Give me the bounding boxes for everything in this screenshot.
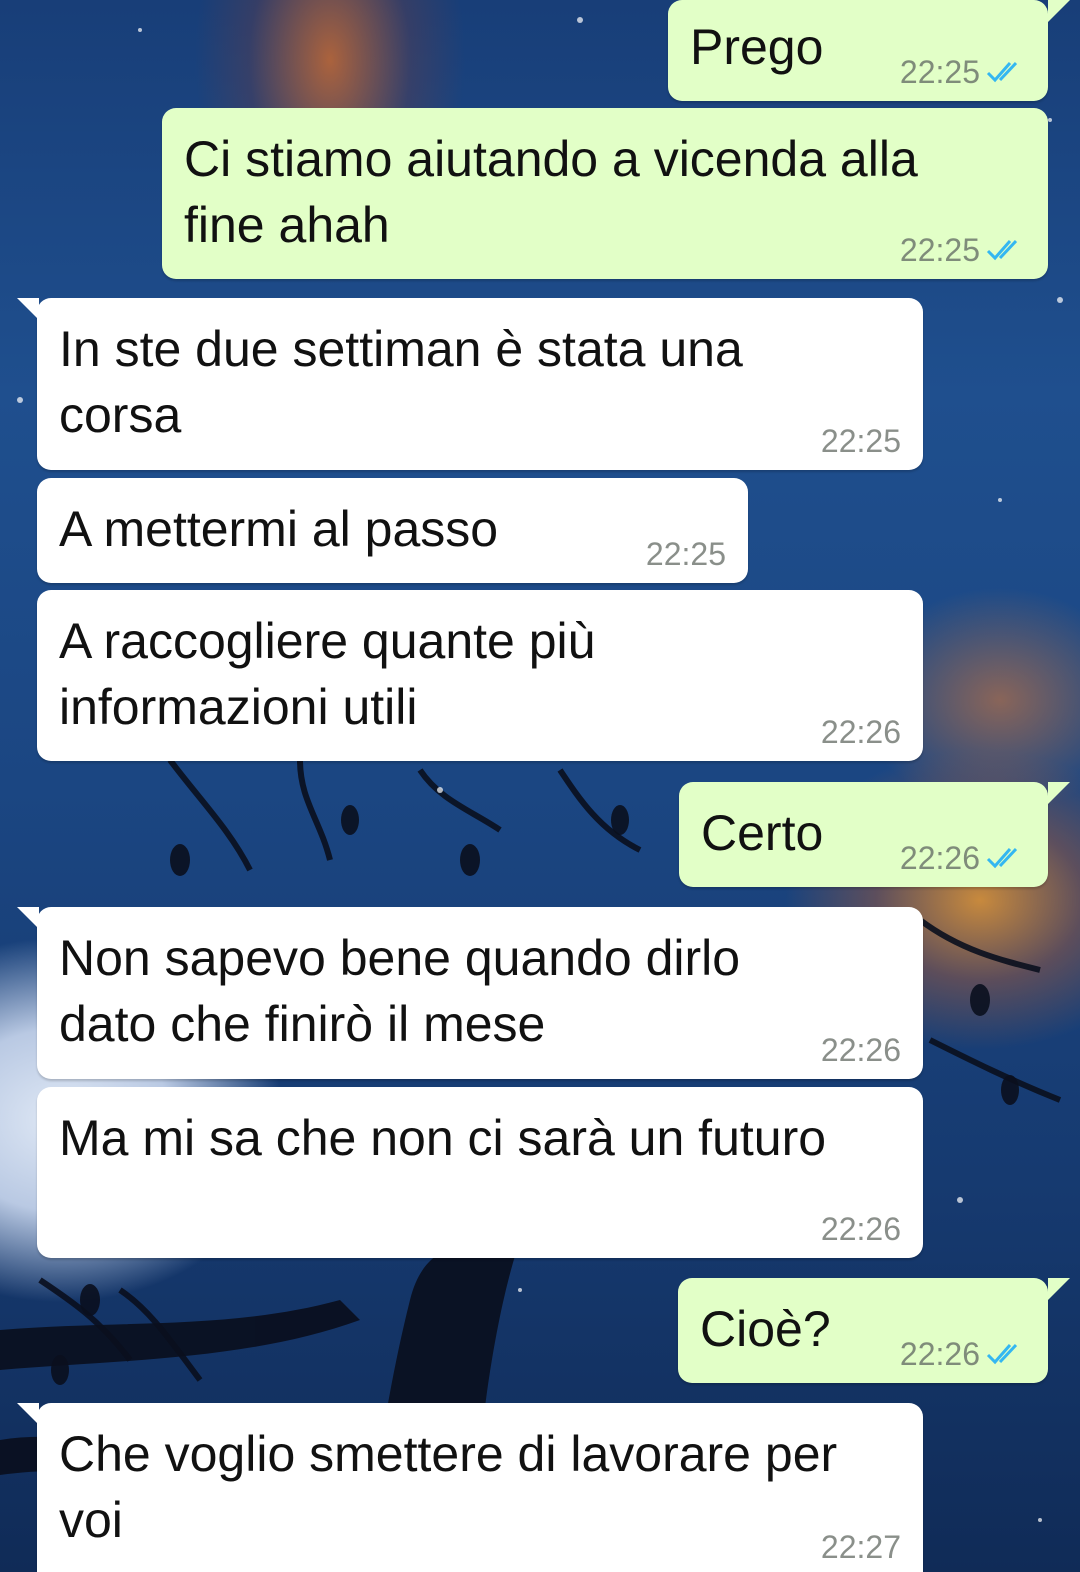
double-check-icon [986, 847, 1018, 869]
message-bubble-incoming[interactable]: Ma mi sa che non ci sarà un futuro 22:26 [37, 1087, 923, 1258]
message-meta: 22:25 [821, 424, 901, 458]
message-time: 22:25 [645, 536, 726, 572]
message-text: In ste due settiman è stata una corsa [59, 321, 743, 443]
message-bubble-incoming[interactable]: In ste due settiman è stata una corsa 22… [17, 298, 923, 470]
message-meta: 22:26 [821, 1212, 901, 1246]
message-meta: 22:25 [900, 233, 1026, 267]
message-text: A raccogliere quante più informazioni ut… [59, 613, 596, 735]
message-meta: 22:26 [900, 841, 1026, 875]
message-text: Certo [701, 805, 824, 861]
message-text: Ci stiamo aiutando a vicenda alla fine a… [184, 131, 918, 253]
message-meta: 22:25 [900, 55, 1026, 89]
message-bubble-outgoing[interactable]: Cioè? 22:26 [678, 1278, 1070, 1383]
message-bubble-outgoing[interactable]: Prego 22:25 [668, 0, 1070, 101]
message-time: 22:26 [820, 714, 901, 750]
message-time: 22:26 [899, 1336, 980, 1372]
message-time: 22:26 [820, 1211, 901, 1247]
message-time: 22:26 [899, 840, 980, 876]
message-text: A mettermi al passo [59, 501, 499, 557]
message-meta: 22:26 [821, 1033, 901, 1067]
double-check-icon [986, 61, 1018, 83]
message-bubble-incoming[interactable]: A raccogliere quante più informazioni ut… [37, 590, 923, 761]
message-text: Cioè? [700, 1301, 831, 1357]
message-bubble-incoming[interactable]: A mettermi al passo 22:25 [37, 478, 748, 583]
message-bubble-outgoing[interactable]: Certo 22:26 [679, 782, 1070, 887]
message-time: 22:26 [820, 1032, 901, 1068]
message-time: 22:25 [899, 232, 980, 268]
double-check-icon [986, 239, 1018, 261]
message-meta: 22:25 [646, 537, 726, 571]
message-bubble-incoming[interactable]: Non sapevo bene quando dirlo dato che fi… [17, 907, 923, 1079]
message-text: Ma mi sa che non ci sarà un futuro [59, 1110, 827, 1166]
message-meta: 22:26 [900, 1337, 1026, 1371]
message-meta: 22:26 [821, 715, 901, 749]
message-time: 22:25 [899, 54, 980, 90]
message-text: Prego [690, 19, 824, 75]
message-meta: 22:27 [821, 1530, 901, 1564]
message-bubble-outgoing[interactable]: Ci stiamo aiutando a vicenda alla fine a… [162, 108, 1048, 279]
message-time: 22:27 [820, 1529, 901, 1565]
double-check-icon [986, 1343, 1018, 1365]
message-text: Che voglio smettere di lavorare per voi [59, 1426, 838, 1548]
message-bubble-incoming[interactable]: Che voglio smettere di lavorare per voi … [17, 1403, 923, 1572]
message-text: Non sapevo bene quando dirlo dato che fi… [59, 930, 741, 1052]
message-time: 22:25 [820, 423, 901, 459]
